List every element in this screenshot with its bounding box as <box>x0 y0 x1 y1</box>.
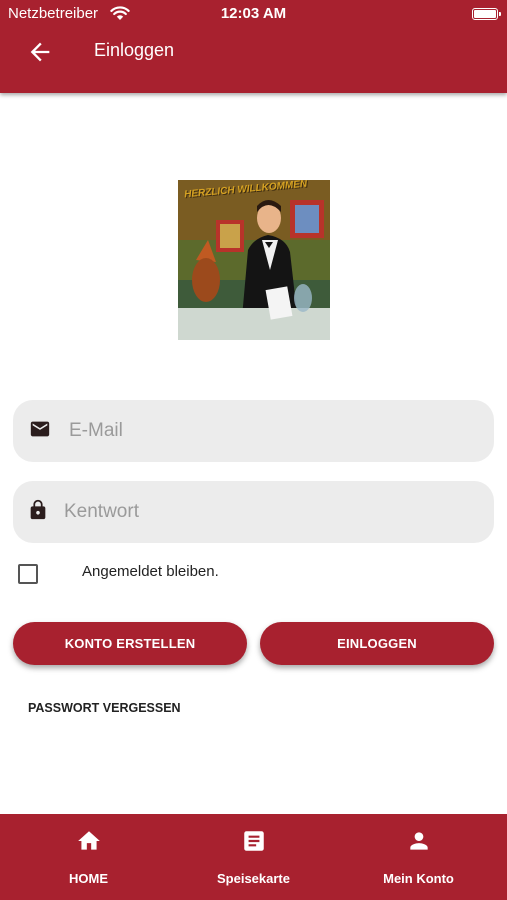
status-time: 12:03 AM <box>220 5 287 22</box>
login-button[interactable]: EINLOGGEN <box>260 622 494 665</box>
restaurant-logo-image: HERZLICH WILLKOMMEN <box>178 180 330 340</box>
create-account-button[interactable]: KONTO ERSTELLEN <box>13 622 247 665</box>
battery-icon <box>472 8 501 20</box>
remember-me-label: Angemeldet bleiben. <box>82 563 219 580</box>
nav-item-menu[interactable]: Speisekarte <box>169 814 338 900</box>
app-header: Netzbetreiber 12:03 AM Einloggen <box>0 0 507 93</box>
page-title: Einloggen <box>94 40 175 60</box>
nav-label-home: HOME <box>69 871 108 886</box>
back-arrow-icon[interactable] <box>26 38 54 66</box>
bottom-navigation: HOME Speisekarte Mein Konto <box>0 814 507 900</box>
email-field-container <box>13 400 494 462</box>
nav-item-home[interactable]: HOME <box>4 814 173 900</box>
email-input[interactable] <box>69 400 479 462</box>
person-icon <box>410 832 428 850</box>
nav-item-account[interactable]: Mein Konto <box>334 814 503 900</box>
mail-icon <box>30 421 50 437</box>
password-input[interactable] <box>64 481 479 543</box>
forgot-password-link[interactable]: PASSWORT VERGESSEN <box>28 701 181 715</box>
status-bar: Netzbetreiber 12:03 AM <box>0 0 507 28</box>
nav-label-menu: Speisekarte <box>217 871 290 886</box>
logo-painting <box>178 180 330 340</box>
nav-label-account: Mein Konto <box>383 871 454 886</box>
password-field-container <box>13 481 494 543</box>
lock-icon <box>30 499 46 520</box>
menu-list-icon <box>244 831 264 851</box>
home-icon <box>78 831 100 850</box>
remember-me-checkbox[interactable] <box>18 564 38 584</box>
